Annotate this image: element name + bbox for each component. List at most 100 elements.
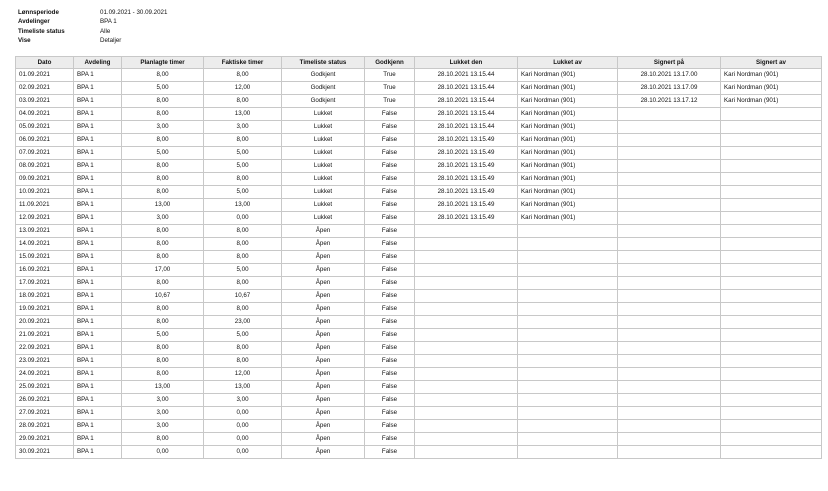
cell-department: BPA 1 [73,172,122,186]
cell-date: 01.09.2021 [15,68,74,82]
cell-department: BPA 1 [73,81,122,95]
cell-closed-on: 28.10.2021 13.15.44 [414,107,518,121]
col-header-date: Dato [15,56,74,69]
cell-signed-by [720,445,822,459]
cell-approve: False [364,354,415,368]
cell-department: BPA 1 [73,419,122,433]
col-header-signed-by: Signert av [720,56,822,69]
cell-department: BPA 1 [73,393,122,407]
cell-signed-on [617,276,721,290]
cell-date: 09.09.2021 [15,172,74,186]
cell-department: BPA 1 [73,107,122,121]
cell-actual-hours: 8,00 [203,133,282,147]
cell-closed-by [517,237,618,251]
param-label: Vise [18,36,31,44]
cell-signed-by: Kari Nordman (901) [720,68,822,82]
cell-timesheet-status: Åpen [281,432,365,446]
table-row: 12.09.2021 BPA 1 3,00 0,00 Lukket False 28.10.… [15,211,822,225]
cell-planned-hours: 8,00 [121,133,204,147]
cell-signed-by [720,341,822,355]
cell-department: BPA 1 [73,276,122,290]
cell-date: 03.09.2021 [15,94,74,108]
cell-signed-on [617,406,721,420]
cell-department: BPA 1 [73,198,122,212]
cell-closed-by: Kari Nordman (901) [517,120,618,134]
table-row: 22.09.2021 BPA 1 8,00 8,00 Åpen False [15,341,822,355]
cell-date: 19.09.2021 [15,302,74,316]
cell-date: 28.09.2021 [15,419,74,433]
cell-signed-by [720,107,822,121]
cell-signed-on: 28.10.2021 13.17.12 [617,94,721,108]
cell-planned-hours: 10,67 [121,289,204,303]
table-row: 28.09.2021 BPA 1 3,00 0,00 Åpen False [15,419,822,433]
cell-actual-hours: 13,00 [203,198,282,212]
cell-department: BPA 1 [73,328,122,342]
cell-signed-on [617,237,721,251]
table-row: 15.09.2021 BPA 1 8,00 8,00 Åpen False [15,250,822,264]
table-row: 14.09.2021 BPA 1 8,00 8,00 Åpen False [15,237,822,251]
cell-closed-on [414,315,518,329]
timesheet-table: Dato Avdeling Planlagte timer Faktiske t… [15,56,822,459]
cell-closed-on: 28.10.2021 13.15.49 [414,198,518,212]
cell-closed-by [517,393,618,407]
cell-date: 30.09.2021 [15,445,74,459]
cell-signed-by [720,419,822,433]
cell-closed-by [517,380,618,394]
cell-actual-hours: 8,00 [203,237,282,251]
cell-timesheet-status: Åpen [281,380,365,394]
cell-closed-on: 28.10.2021 13.15.44 [414,68,518,82]
cell-signed-on [617,367,721,381]
cell-date: 20.09.2021 [15,315,74,329]
col-header-closed-on: Lukket den [414,56,518,69]
cell-signed-on [617,185,721,199]
cell-department: BPA 1 [73,159,122,173]
cell-signed-by [720,159,822,173]
cell-planned-hours: 8,00 [121,250,204,264]
table-row: 26.09.2021 BPA 1 3,00 3,00 Åpen False [15,393,822,407]
cell-signed-by [720,120,822,134]
cell-department: BPA 1 [73,315,122,329]
cell-planned-hours: 8,00 [121,185,204,199]
cell-department: BPA 1 [73,302,122,316]
cell-closed-by [517,341,618,355]
cell-signed-by [720,263,822,277]
cell-signed-by [720,289,822,303]
cell-approve: False [364,107,415,121]
cell-timesheet-status: Åpen [281,250,365,264]
cell-signed-by [720,185,822,199]
cell-closed-by: Kari Nordman (901) [517,211,618,225]
cell-closed-on [414,224,518,238]
cell-actual-hours: 10,67 [203,289,282,303]
cell-closed-by [517,406,618,420]
cell-signed-by [720,432,822,446]
param-row-view: Vise Detaljer [18,36,167,45]
table-row: 29.09.2021 BPA 1 8,00 0,00 Åpen False [15,432,822,446]
cell-closed-by [517,432,618,446]
col-header-approve: Godkjenn [364,56,415,69]
cell-closed-on: 28.10.2021 13.15.49 [414,133,518,147]
cell-closed-on [414,419,518,433]
param-value: 01.09.2021 - 30.09.2021 [100,9,168,16]
cell-closed-on: 28.10.2021 13.15.44 [414,94,518,108]
cell-closed-on [414,432,518,446]
cell-signed-on [617,302,721,316]
cell-planned-hours: 3,00 [121,120,204,134]
cell-timesheet-status: Åpen [281,419,365,433]
cell-signed-by [720,328,822,342]
cell-approve: False [364,133,415,147]
cell-timesheet-status: Lukket [281,159,365,173]
cell-date: 24.09.2021 [15,367,74,381]
cell-closed-on [414,263,518,277]
cell-closed-by [517,367,618,381]
cell-timesheet-status: Lukket [281,198,365,212]
cell-signed-on [617,354,721,368]
cell-signed-on: 28.10.2021 13.17.09 [617,81,721,95]
col-header-actual-hours: Faktiske timer [203,56,282,69]
cell-closed-on: 28.10.2021 13.15.49 [414,211,518,225]
cell-approve: False [364,341,415,355]
cell-closed-on [414,393,518,407]
param-label: Timeliste status [18,27,65,35]
cell-department: BPA 1 [73,445,122,459]
cell-closed-by: Kari Nordman (901) [517,107,618,121]
cell-closed-by: Kari Nordman (901) [517,133,618,147]
